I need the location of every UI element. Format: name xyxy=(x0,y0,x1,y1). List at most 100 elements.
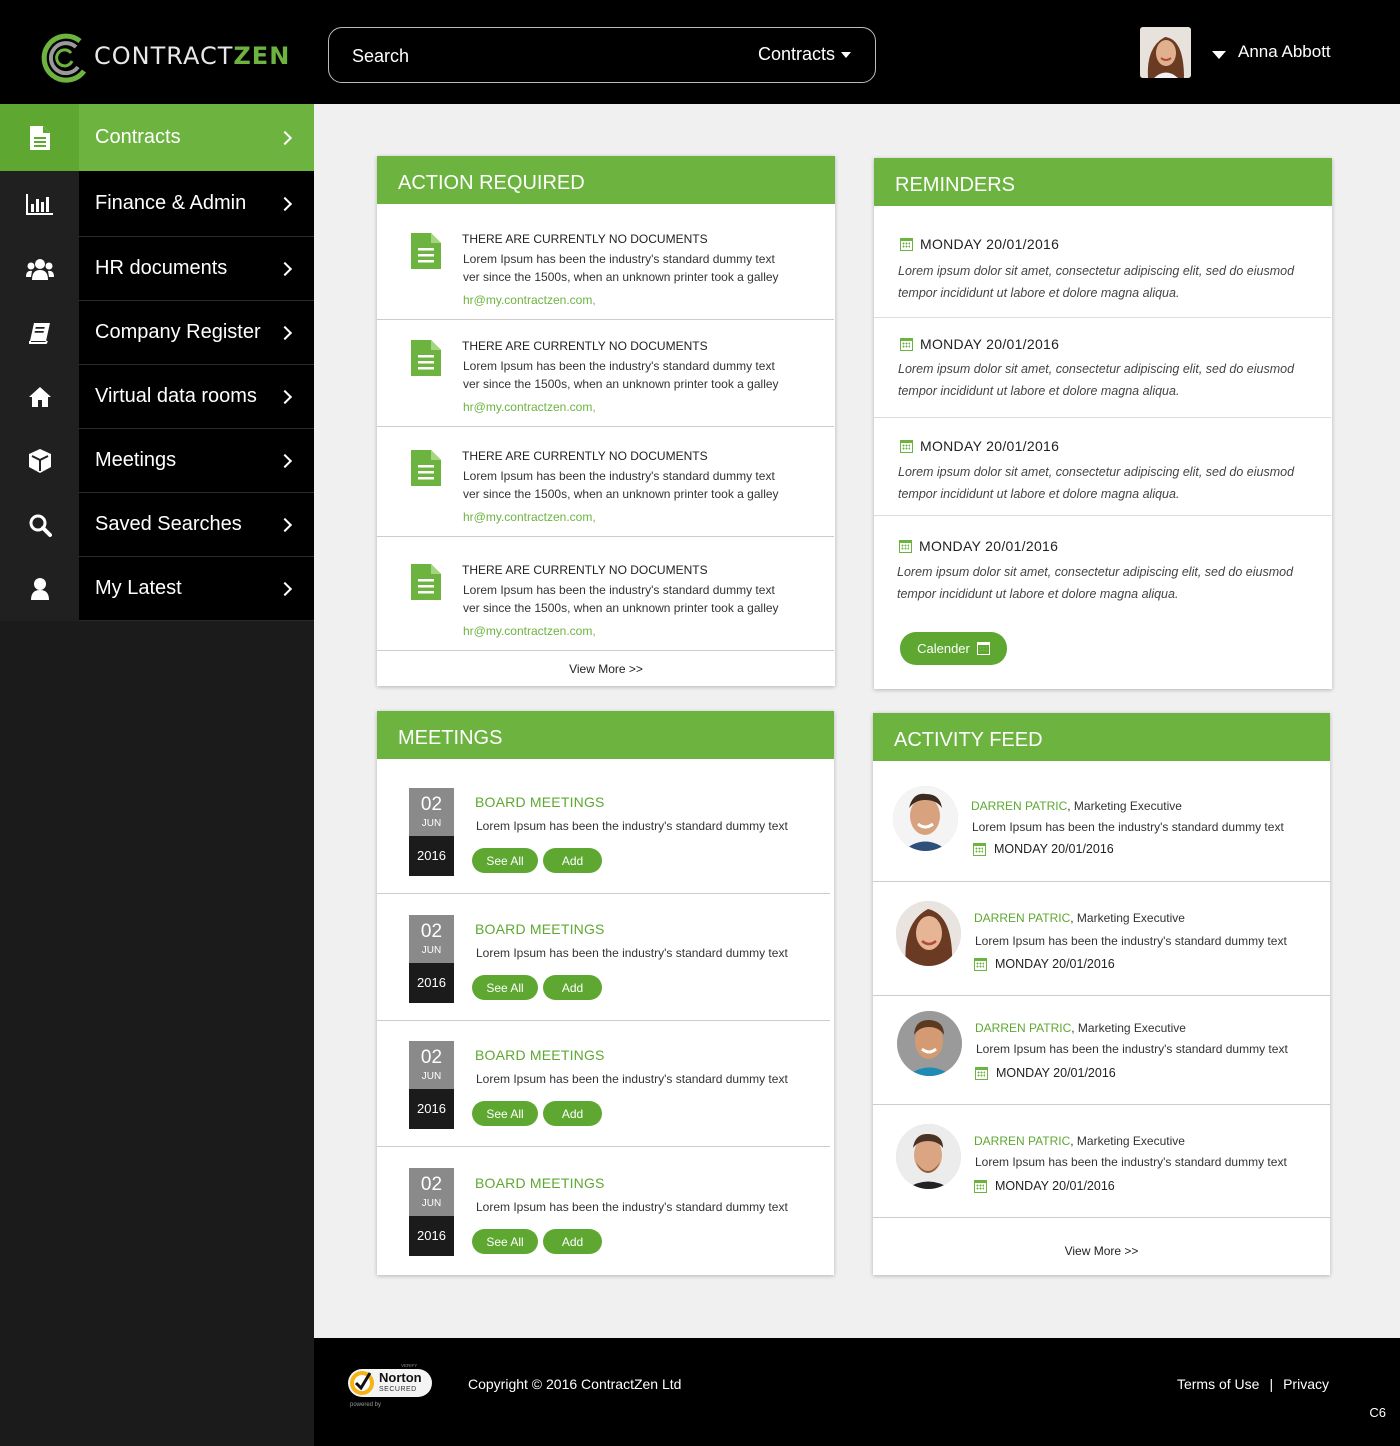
meeting-title[interactable]: BOARD MEETINGS xyxy=(475,1175,605,1191)
document-icon xyxy=(411,564,441,600)
sidebar-item-finance-admin[interactable]: Finance & Admin xyxy=(0,171,314,237)
calendar-icon xyxy=(900,237,913,251)
cube-icon xyxy=(28,449,51,473)
reminders-panel: REMINDERS MONDAY 20/01/2016 Lorem ipsum … xyxy=(874,158,1332,689)
item-description: Lorem Ipsum has been the industry's stan… xyxy=(463,357,803,393)
list-item[interactable]: THERE ARE CURRENTLY NO DOCUMENTS Lorem I… xyxy=(377,427,834,537)
calendar-icon xyxy=(976,642,990,655)
sidebar-item-virtual-data-rooms[interactable]: Virtual data rooms xyxy=(0,365,314,429)
author-name[interactable]: DARREN PATRIC xyxy=(974,911,1070,925)
panel-title: MEETINGS xyxy=(377,711,834,759)
activity-description: Lorem Ipsum has been the industry's stan… xyxy=(975,934,1287,948)
user-avatar[interactable] xyxy=(1140,27,1191,78)
reminder-text-line: tempor incididunt ut labore et dolore ma… xyxy=(898,384,1180,398)
date-day: 02 xyxy=(420,794,443,815)
search-input[interactable]: Search xyxy=(352,46,409,67)
list-item[interactable]: THERE ARE CURRENTLY NO DOCUMENTS Lorem I… xyxy=(377,537,834,651)
sidebar-item-hr-documents[interactable]: HR documents xyxy=(0,237,314,301)
activity-item[interactable]: DARREN PATRIC, Marketing Executive Lorem… xyxy=(873,1105,1330,1218)
reminder-date-text: MONDAY 20/01/2016 xyxy=(919,538,1059,554)
search-scope-dropdown[interactable]: Contracts xyxy=(758,44,851,65)
add-button[interactable]: Add xyxy=(543,975,602,1000)
panel-title: ACTIVITY FEED xyxy=(873,713,1330,761)
sidebar-item-label: Contracts xyxy=(95,126,181,148)
author-name[interactable]: DARREN PATRIC xyxy=(974,1134,1070,1148)
email-link[interactable]: hr@my.contractzen.com, xyxy=(463,400,596,414)
date-badge: 02 JUN 2016 xyxy=(409,1041,454,1129)
date-badge: 02 JUN 2016 xyxy=(409,1168,454,1256)
sidebar: Contracts Finance & Admin HR documents C… xyxy=(0,104,314,1446)
author-name[interactable]: DARREN PATRIC xyxy=(971,799,1067,813)
email-link[interactable]: hr@my.contractzen.com, xyxy=(463,624,596,638)
reminder-text-line: Lorem ipsum dolor sit amet, consectetur … xyxy=(898,264,1295,278)
meeting-title[interactable]: BOARD MEETINGS xyxy=(475,794,605,810)
person-photo-icon xyxy=(893,786,958,851)
avatar-photo-icon xyxy=(1140,27,1191,78)
activity-item[interactable]: DARREN PATRIC, Marketing Executive Lorem… xyxy=(873,761,1330,882)
see-all-button[interactable]: See All xyxy=(472,848,538,873)
document-icon xyxy=(411,450,441,486)
date-month: JUN xyxy=(421,945,442,956)
document-icon xyxy=(411,233,441,269)
activity-item[interactable]: DARREN PATRIC, Marketing Executive Lorem… xyxy=(873,996,1330,1105)
activity-item[interactable]: DARREN PATRIC, Marketing Executive Lorem… xyxy=(873,882,1330,996)
meeting-description: Lorem Ipsum has been the industry's stan… xyxy=(476,819,788,833)
caret-down-icon xyxy=(841,51,851,58)
reminder-item[interactable]: MONDAY 20/01/2016 Lorem ipsum dolor sit … xyxy=(874,516,1331,616)
meeting-title[interactable]: BOARD MEETINGS xyxy=(475,921,605,937)
calendar-icon xyxy=(973,842,986,856)
avatar xyxy=(896,901,961,966)
sidebar-item-label: Virtual data rooms xyxy=(95,385,257,407)
view-more-link[interactable]: View More >> xyxy=(377,662,835,676)
sidebar-item-meetings[interactable]: Meetings xyxy=(0,429,314,493)
logo[interactable]: CONTRACTZEN xyxy=(40,26,290,86)
list-item[interactable]: THERE ARE CURRENTLY NO DOCUMENTS Lorem I… xyxy=(377,204,834,320)
description-line: ver since the 1500s, when an unknown pri… xyxy=(463,377,779,391)
add-button[interactable]: Add xyxy=(543,1101,602,1126)
sidebar-item-saved-searches[interactable]: Saved Searches xyxy=(0,493,314,557)
activity-description: Lorem Ipsum has been the industry's stan… xyxy=(976,1042,1288,1056)
date-badge: 02 JUN 2016 xyxy=(409,915,454,1003)
person-photo-icon xyxy=(896,1124,961,1189)
email-link[interactable]: hr@my.contractzen.com, xyxy=(463,293,596,307)
add-button[interactable]: Add xyxy=(543,848,602,873)
terms-link[interactable]: Terms of Use xyxy=(1177,1376,1259,1392)
search-scope-label: Contracts xyxy=(757,44,835,64)
activity-author: DARREN PATRIC, Marketing Executive xyxy=(975,1021,1186,1035)
activity-feed-panel: ACTIVITY FEED DARREN PATRIC, Marketing E… xyxy=(873,713,1330,1275)
meeting-title[interactable]: BOARD MEETINGS xyxy=(475,1047,605,1063)
add-button[interactable]: Add xyxy=(543,1229,602,1254)
item-title: THERE ARE CURRENTLY NO DOCUMENTS xyxy=(462,563,708,577)
list-item[interactable]: THERE ARE CURRENTLY NO DOCUMENTS Lorem I… xyxy=(377,320,834,427)
footer: VERIFY Norton SECURED powered by Copyrig… xyxy=(314,1338,1400,1446)
activity-author: DARREN PATRIC, Marketing Executive xyxy=(974,911,1185,925)
see-all-button[interactable]: See All xyxy=(472,975,538,1000)
privacy-link[interactable]: Privacy xyxy=(1283,1376,1329,1392)
see-all-button[interactable]: See All xyxy=(472,1229,538,1254)
reminder-item[interactable]: MONDAY 20/01/2016 Lorem ipsum dolor sit … xyxy=(874,206,1331,318)
book-icon xyxy=(28,323,50,344)
author-name[interactable]: DARREN PATRIC xyxy=(975,1021,1071,1035)
document-icon xyxy=(29,125,50,150)
sidebar-item-contracts[interactable]: Contracts xyxy=(0,104,314,171)
reminder-item[interactable]: MONDAY 20/01/2016 Lorem ipsum dolor sit … xyxy=(874,318,1331,418)
meeting-description: Lorem Ipsum has been the industry's stan… xyxy=(476,1072,788,1086)
see-all-button[interactable]: See All xyxy=(472,1101,538,1126)
activity-description: Lorem Ipsum has been the industry's stan… xyxy=(975,1155,1287,1169)
norton-secured-badge[interactable]: VERIFY Norton SECURED powered by xyxy=(346,1360,436,1410)
search-bar[interactable]: Search Contracts xyxy=(328,27,876,83)
chevron-right-icon xyxy=(277,453,293,468)
item-description: Lorem Ipsum has been the industry's stan… xyxy=(463,581,803,617)
sidebar-item-company-register[interactable]: Company Register xyxy=(0,301,314,365)
view-more-link[interactable]: View More >> xyxy=(873,1244,1330,1258)
calendar-button[interactable]: Calender xyxy=(900,632,1007,665)
user-name[interactable]: Anna Abbott xyxy=(1238,42,1331,62)
date-day: 02 xyxy=(420,1174,443,1195)
calendar-icon xyxy=(975,1066,988,1080)
user-menu-caret-icon[interactable] xyxy=(1212,51,1226,59)
activity-date: MONDAY 20/01/2016 xyxy=(975,1066,1116,1080)
sidebar-item-my-latest[interactable]: My Latest xyxy=(0,557,314,621)
email-link[interactable]: hr@my.contractzen.com, xyxy=(463,510,596,524)
avatar xyxy=(897,1011,962,1076)
reminder-item[interactable]: MONDAY 20/01/2016 Lorem ipsum dolor sit … xyxy=(874,418,1331,516)
